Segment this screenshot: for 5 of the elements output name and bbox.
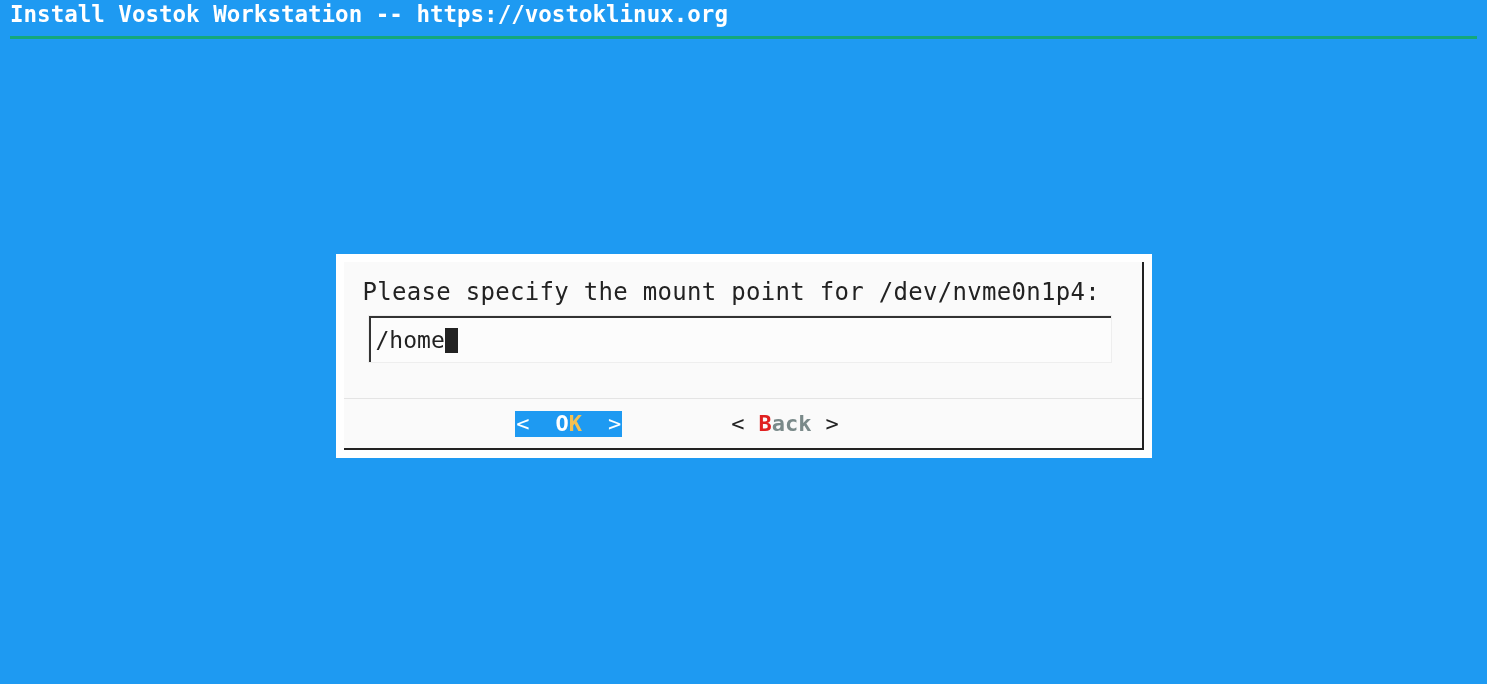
input-field[interactable]: /home	[368, 316, 1111, 362]
text-cursor-icon	[444, 327, 458, 353]
dialog-button[interactable]: < Back >	[730, 410, 840, 437]
prompt-text: Please specify the mount point for /dev/nvme0n1p4:	[362, 278, 1100, 306]
window-title: Install Vostok Workstation -- https://vostoklinux.org	[10, 1, 728, 27]
